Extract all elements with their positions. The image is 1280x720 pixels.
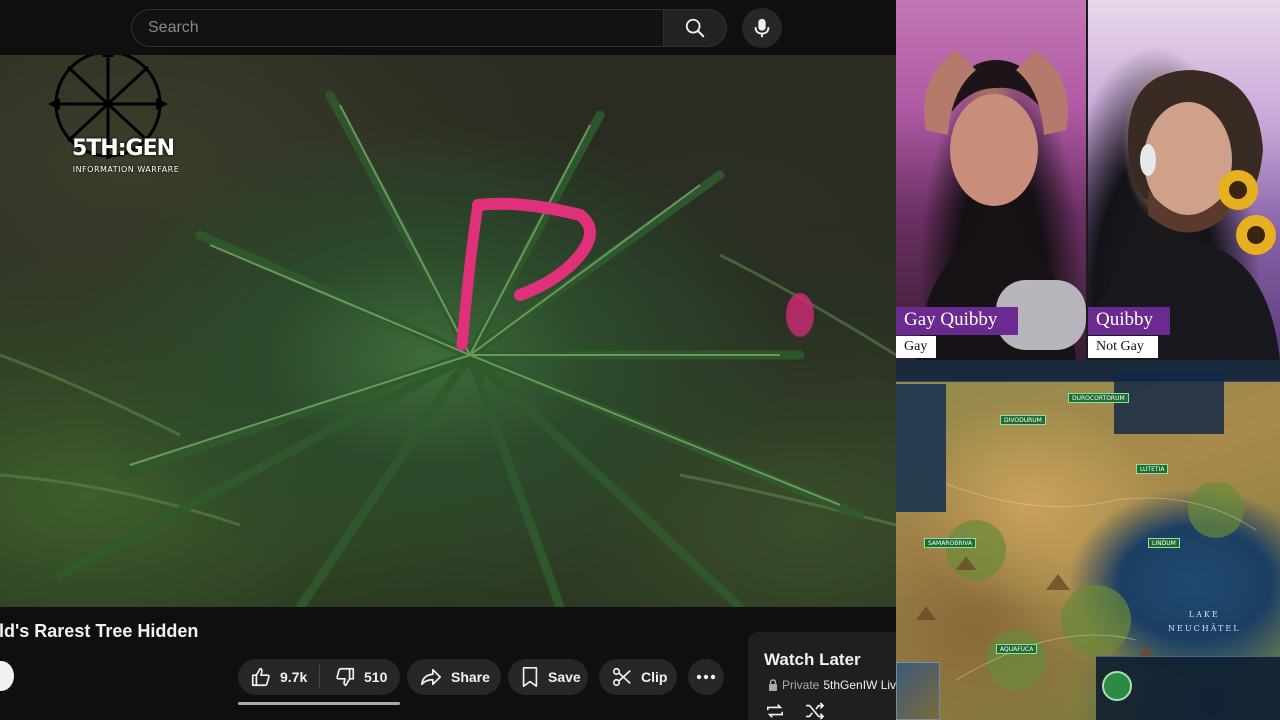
unit-portrait[interactable] (1102, 671, 1132, 701)
game-side-panel[interactable] (896, 384, 946, 512)
dislike-button[interactable]: 510 (320, 666, 387, 688)
mic-icon (754, 18, 770, 38)
share-button[interactable]: Share (407, 659, 501, 695)
game-minimap[interactable] (896, 662, 940, 720)
streamer-silhouette (916, 50, 1086, 360)
playlist-channel: 5thGenIW Liv (823, 678, 896, 692)
search-icon (685, 18, 705, 38)
bookmark-icon (522, 667, 538, 687)
clip-label: Clip (641, 669, 668, 685)
streamer-silhouette-right (1088, 70, 1280, 360)
webcam-left-label: Gay (896, 336, 936, 358)
webcam-right: Quibby Not Gay (1088, 0, 1280, 360)
save-button[interactable]: Save (508, 659, 588, 695)
channel-avatar[interactable] (0, 661, 14, 691)
scroll-indicator (238, 702, 400, 705)
lake-label: LAKE NEUCHÂTEL (1168, 608, 1241, 636)
city-label[interactable]: DIVODURUM (1000, 415, 1046, 425)
city-label[interactable]: AQUAFUCA (996, 644, 1038, 654)
playlist-meta: Private 5thGenIW Liv (768, 678, 896, 692)
playlist-privacy: Private (782, 678, 820, 692)
city-label[interactable]: LINDUM (1148, 538, 1180, 548)
city-label[interactable]: LUTETIA (1136, 464, 1169, 474)
lake-label-line1: LAKE (1188, 610, 1220, 619)
dislike-count: 510 (364, 669, 388, 685)
webcam-right-label: Not Gay (1088, 336, 1158, 358)
more-actions-button[interactable] (688, 659, 724, 695)
save-label: Save (548, 669, 581, 685)
webcam-left-name: Gay Quibby (896, 307, 1018, 335)
thumbs-up-icon (251, 667, 270, 687)
thumbs-down-icon (336, 667, 355, 687)
lock-icon (769, 679, 777, 691)
lake-label-line2: NEUCHÂTEL (1168, 624, 1241, 633)
playlist-controls (764, 702, 826, 720)
playlist-title: Watch Later (764, 650, 861, 669)
like-dislike-group: 9.7k 510 (238, 659, 400, 695)
clip-button[interactable]: Clip (599, 659, 677, 695)
playlist-panel[interactable]: Watch Later Private 5thGenIW Liv (748, 632, 896, 720)
webcam-left: Gay Quibby Gay (896, 0, 1086, 360)
watermark-title: 5TH:GEN (71, 136, 175, 161)
like-count: 9.7k (280, 669, 308, 685)
more-icon (696, 674, 716, 680)
video-title: rld's Rarest Tree Hidden (0, 621, 199, 641)
search-box[interactable] (131, 9, 663, 47)
city-label[interactable]: SAMAROBRIVA (924, 538, 977, 548)
watermark-subtitle: INFORMATION WARFARE (72, 165, 180, 174)
youtube-page: 5TH:GEN INFORMATION WARFARE rld's Rarest… (0, 0, 896, 720)
city-label[interactable]: DUROCORTORUM (1068, 393, 1129, 403)
like-button[interactable]: 9.7k (238, 665, 320, 689)
share-icon (421, 668, 441, 686)
loop-icon[interactable] (764, 702, 786, 720)
search-input[interactable] (132, 10, 663, 46)
video-player[interactable]: 5TH:GEN INFORMATION WARFARE (0, 55, 896, 607)
search-button[interactable] (663, 9, 727, 47)
game-stats-panel (1114, 372, 1224, 434)
shuffle-icon[interactable] (804, 702, 826, 720)
top-bar (0, 0, 896, 55)
share-label: Share (451, 669, 490, 685)
voice-search-button[interactable] (742, 8, 782, 48)
game-view: DIVODURUM DUROCORTORUM LUTETIA SAMAROBRI… (896, 360, 1280, 720)
channel-watermark: 5TH:GEN INFORMATION WARFARE (38, 55, 179, 199)
scissors-icon (612, 667, 631, 687)
unit-panel (1096, 656, 1280, 720)
webcam-right-name: Quibby (1088, 307, 1170, 335)
